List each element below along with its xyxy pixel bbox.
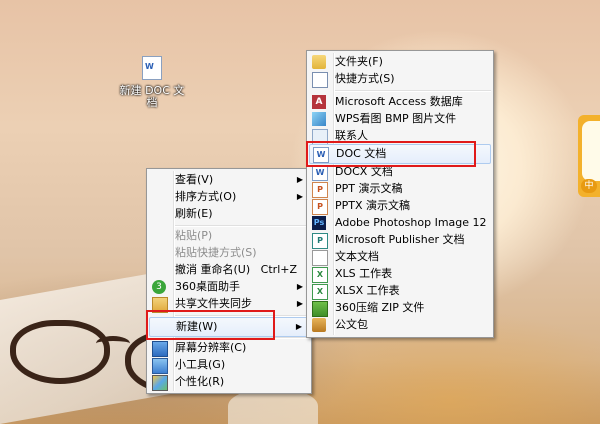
desktop-context-menu: 查看(V) ▶ 排序方式(O) ▶ 刷新(E) 粘贴(P) 粘贴快捷方式(S) … [146,168,312,394]
submenu-item-publisher[interactable]: P Microsoft Publisher 文档 [309,231,491,249]
menu-item-label: 撤消 重命名(U) [175,263,251,276]
xlsx-icon: X [312,284,328,300]
side-pet-widget[interactable]: 中 [578,115,600,197]
submenu-item-label: Microsoft Publisher 文档 [335,233,465,246]
bmp-image-icon [312,112,326,126]
menu-item-shortcut: Ctrl+Z [260,263,297,276]
desktop-file-label: 新建 DOC 文档 [119,84,185,109]
xls-icon: X [312,267,328,283]
menu-item-label: 粘贴(P) [175,229,213,242]
photoshop-icon: Ps [312,216,326,230]
menu-item-label: 排序方式(O) [175,190,237,203]
access-icon: A [312,95,326,109]
submenu-item-xls[interactable]: X XLS 工作表 [309,265,491,283]
menu-item-label: 刷新(E) [175,207,213,220]
submenu-item-folder[interactable]: 文件夹(F) [309,53,491,71]
submenu-item-label: Adobe Photoshop Image 12 [335,216,487,229]
shortcut-icon [312,72,328,88]
submenu-item-shortcut[interactable]: 快捷方式(S) [309,70,491,88]
submenu-item-pptx[interactable]: P PPTX 演示文稿 [309,197,491,215]
menu-item-undo-rename[interactable]: 撤消 重命名(U) Ctrl+Z [149,261,309,279]
wallpaper-glasses-bridge [96,336,130,351]
ppt-icon: P [312,182,328,198]
submenu-item-bmp[interactable]: WPS看图 BMP 图片文件 [309,110,491,128]
menu-item-screen-resolution[interactable]: 屏幕分辨率(C) [149,339,309,357]
submenu-arrow-icon: ▶ [296,299,303,308]
text-doc-icon [312,250,328,266]
submenu-arrow-icon: ▶ [296,175,303,184]
wallpaper-glasses-left [10,320,110,384]
side-widget-button[interactable]: 中 [581,179,597,193]
menu-item-paste-shortcut: 粘贴快捷方式(S) [149,244,309,262]
doc-file-icon: W [142,56,162,80]
highlight-box-new [146,310,275,340]
submenu-item-label: XLSX 工作表 [335,284,400,297]
submenu-item-label: WPS看图 BMP 图片文件 [335,112,457,125]
submenu-item-photoshop[interactable]: Ps Adobe Photoshop Image 12 [309,214,491,232]
menu-item-label: 粘贴快捷方式(S) [175,246,257,259]
publisher-icon: P [312,233,328,249]
menu-item-360-desktop[interactable]: 3 360桌面助手 ▶ [149,278,309,296]
menu-item-view[interactable]: 查看(V) ▶ [149,171,309,189]
submenu-arrow-icon: ▶ [296,192,303,201]
submenu-item-label: Microsoft Access 数据库 [335,95,463,108]
desktop-file-new-doc[interactable]: W 新建 DOC 文档 [118,56,186,109]
menu-item-label: 屏幕分辨率(C) [175,341,247,354]
menu-separator [335,90,491,92]
360-assistant-icon: 3 [152,280,166,294]
submenu-item-label: 快捷方式(S) [335,72,395,85]
menu-item-refresh[interactable]: 刷新(E) [149,205,309,223]
zip-icon [312,301,328,317]
submenu-item-label: XLS 工作表 [335,267,393,280]
submenu-item-label: PPT 演示文稿 [335,182,403,195]
submenu-item-ppt[interactable]: P PPT 演示文稿 [309,180,491,198]
menu-item-label: 小工具(G) [175,358,226,371]
pptx-icon: P [312,199,328,215]
submenu-arrow-icon: ▶ [295,322,302,331]
submenu-arrow-icon: ▶ [296,282,303,291]
briefcase-icon [312,318,326,332]
menu-item-label: 360桌面助手 [175,280,240,293]
highlight-box-doc [306,141,476,167]
submenu-item-label: PPTX 演示文稿 [335,199,411,212]
folder-icon [312,55,326,69]
submenu-item-briefcase[interactable]: 公文包 [309,316,491,334]
gadget-icon [152,358,168,374]
submenu-item-xlsx[interactable]: X XLSX 工作表 [309,282,491,300]
new-submenu: 文件夹(F) 快捷方式(S) A Microsoft Access 数据库 WP… [306,50,494,338]
personalize-icon [152,375,168,391]
monitor-icon [152,341,168,357]
cartoon-face-icon [582,121,600,181]
menu-item-paste: 粘贴(P) [149,227,309,245]
submenu-item-label: 文本文档 [335,250,379,263]
submenu-item-label: 360压缩 ZIP 文件 [335,301,425,314]
menu-item-gadgets[interactable]: 小工具(G) [149,356,309,374]
submenu-item-access-db[interactable]: A Microsoft Access 数据库 [309,93,491,111]
submenu-item-zip[interactable]: 360压缩 ZIP 文件 [309,299,491,317]
menu-item-personalize[interactable]: 个性化(R) [149,373,309,391]
docx-icon: W [312,165,328,181]
menu-item-sort[interactable]: 排序方式(O) ▶ [149,188,309,206]
menu-item-label: 查看(V) [175,173,214,186]
submenu-item-label: 文件夹(F) [335,55,383,68]
submenu-item-text-doc[interactable]: 文本文档 [309,248,491,266]
menu-item-label: 个性化(R) [175,375,225,388]
submenu-item-label: 公文包 [335,318,368,331]
